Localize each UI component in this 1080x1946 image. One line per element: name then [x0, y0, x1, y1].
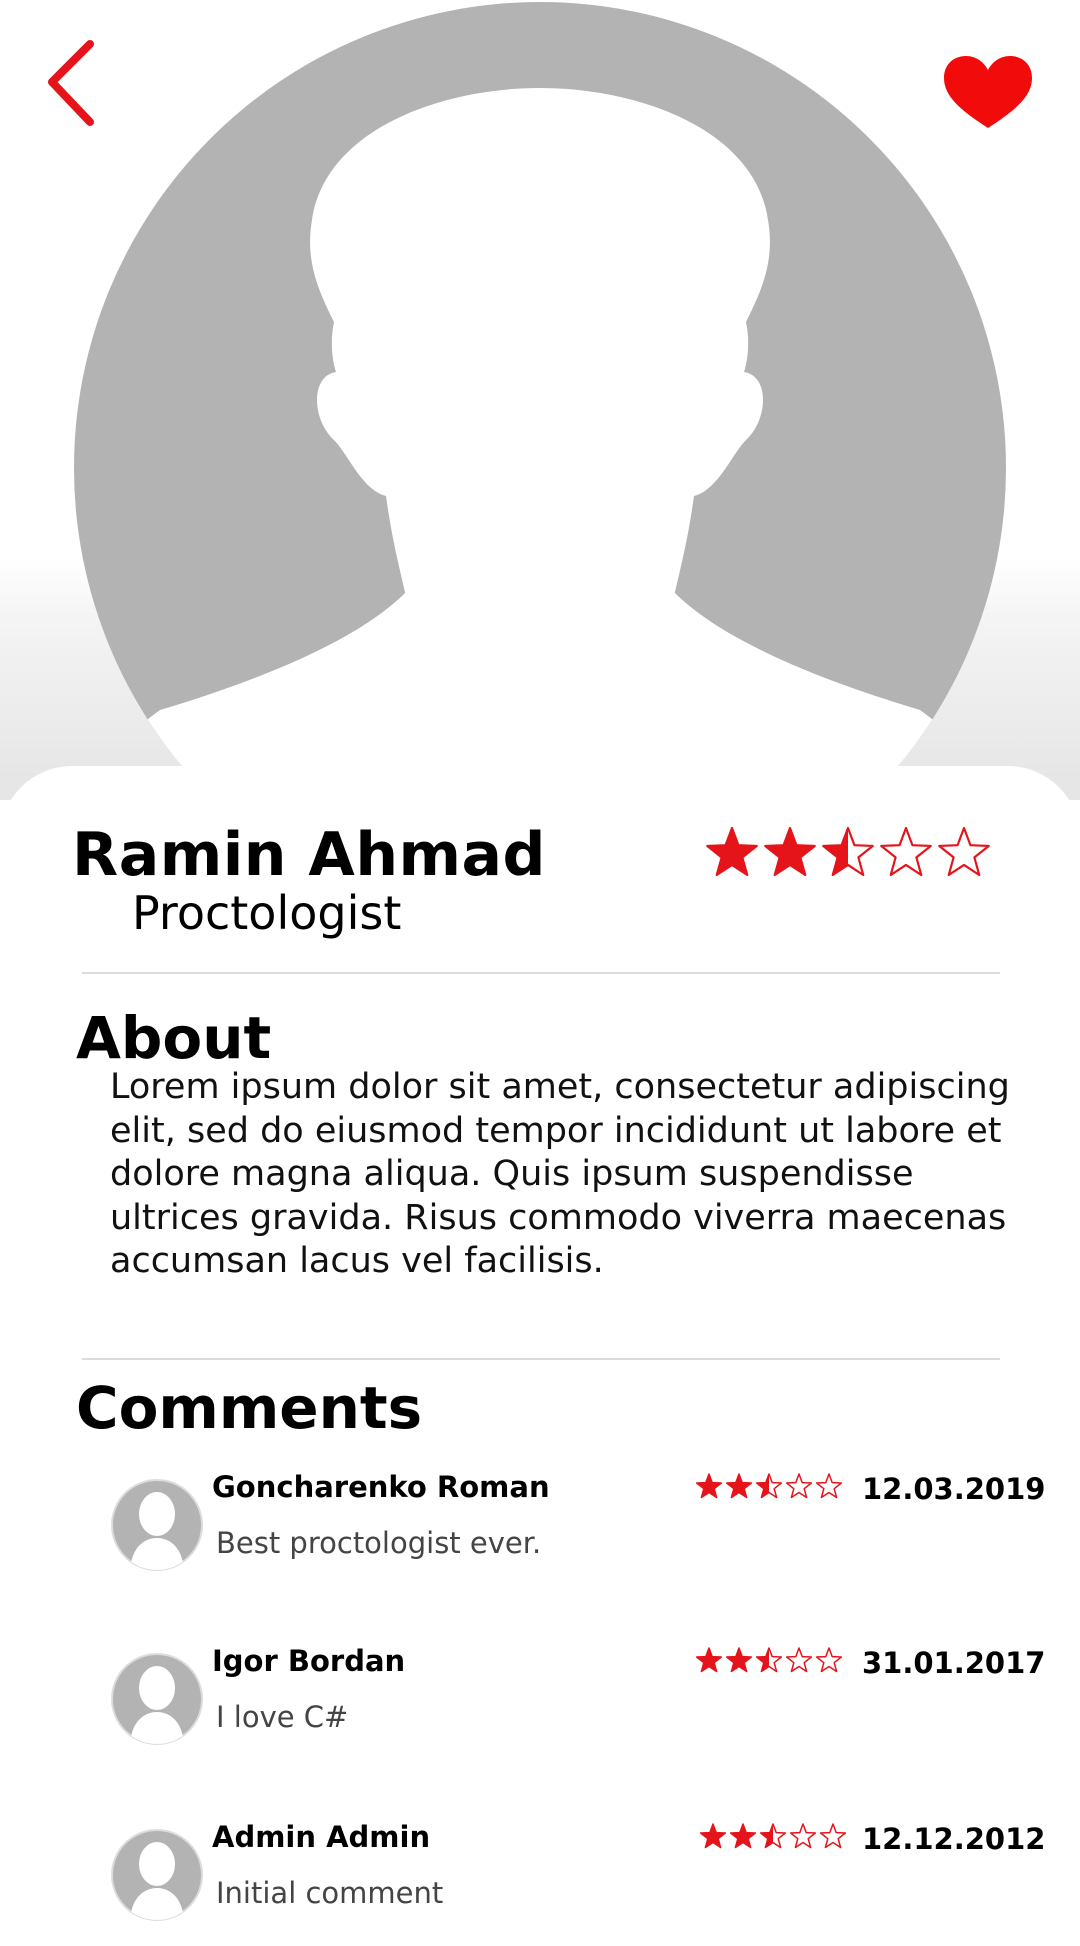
person-silhouette-icon	[74, 2, 1006, 800]
comment-avatar	[110, 1478, 204, 1572]
divider	[82, 972, 1000, 974]
comment-item: Goncharenko Roman Best proctologist ever…	[0, 1466, 1080, 1596]
star-rating-graphic	[695, 1473, 843, 1499]
star-empty-icon	[815, 1473, 843, 1499]
comment-avatar	[110, 1828, 204, 1922]
star-filled-icon	[764, 826, 816, 877]
star-empty-icon	[785, 1647, 813, 1673]
star-half-icon	[759, 1823, 787, 1849]
star-filled-icon	[695, 1647, 723, 1673]
doctor-name: Ramin Ahmad	[72, 820, 546, 890]
comment-item: Admin Admin Initial comment 12.12.2012	[0, 1816, 1080, 1946]
doctor-specialty: Proctologist	[132, 886, 402, 940]
star-rating-graphic	[699, 1823, 847, 1849]
star-empty-icon	[938, 826, 990, 877]
comment-text: Best proctologist ever.	[216, 1526, 542, 1560]
star-half-icon	[755, 1473, 783, 1499]
avatar-icon	[111, 1479, 203, 1571]
comment-rating-stars	[694, 1472, 844, 1500]
comments-title: Comments	[76, 1374, 423, 1442]
star-empty-icon	[819, 1823, 847, 1849]
back-button[interactable]	[40, 36, 110, 130]
avatar-icon	[111, 1829, 203, 1921]
profile-photo-area	[0, 0, 1080, 800]
star-filled-icon	[699, 1823, 727, 1849]
avatar-icon	[111, 1653, 203, 1745]
comment-item: Igor Bordan I love C# 31.01.2017	[0, 1640, 1080, 1770]
star-rating-graphic	[695, 1647, 843, 1673]
comment-author: Admin Admin	[212, 1820, 431, 1854]
star-empty-icon	[880, 826, 932, 877]
star-filled-icon	[706, 826, 758, 877]
comment-rating-stars	[698, 1822, 848, 1850]
star-empty-icon	[815, 1647, 843, 1673]
comment-text: I love C#	[216, 1700, 349, 1734]
star-empty-icon	[789, 1823, 817, 1849]
star-filled-icon	[725, 1473, 753, 1499]
comment-text: Initial comment	[216, 1876, 444, 1910]
comment-avatar	[110, 1652, 204, 1746]
comment-rating-stars	[694, 1646, 844, 1674]
divider	[82, 1358, 1000, 1360]
about-title: About	[76, 1004, 272, 1072]
comment-author: Goncharenko Roman	[212, 1470, 550, 1504]
star-half-icon	[755, 1647, 783, 1673]
star-rating-graphic	[706, 826, 990, 877]
comment-date: 12.03.2019	[862, 1472, 1046, 1506]
star-filled-icon	[695, 1473, 723, 1499]
star-empty-icon	[785, 1473, 813, 1499]
star-filled-icon	[729, 1823, 757, 1849]
heart-icon	[944, 56, 1032, 128]
chevron-left-icon	[48, 40, 94, 126]
star-filled-icon	[725, 1647, 753, 1673]
comment-date: 31.01.2017	[862, 1646, 1046, 1680]
comment-date: 12.12.2012	[862, 1822, 1046, 1856]
star-half-icon	[822, 826, 874, 877]
doctor-rating-stars	[704, 826, 994, 882]
favorite-button[interactable]	[940, 52, 1036, 134]
comment-author: Igor Bordan	[212, 1644, 406, 1678]
about-text: Lorem ipsum dolor sit amet, consectetur …	[110, 1067, 1010, 1281]
